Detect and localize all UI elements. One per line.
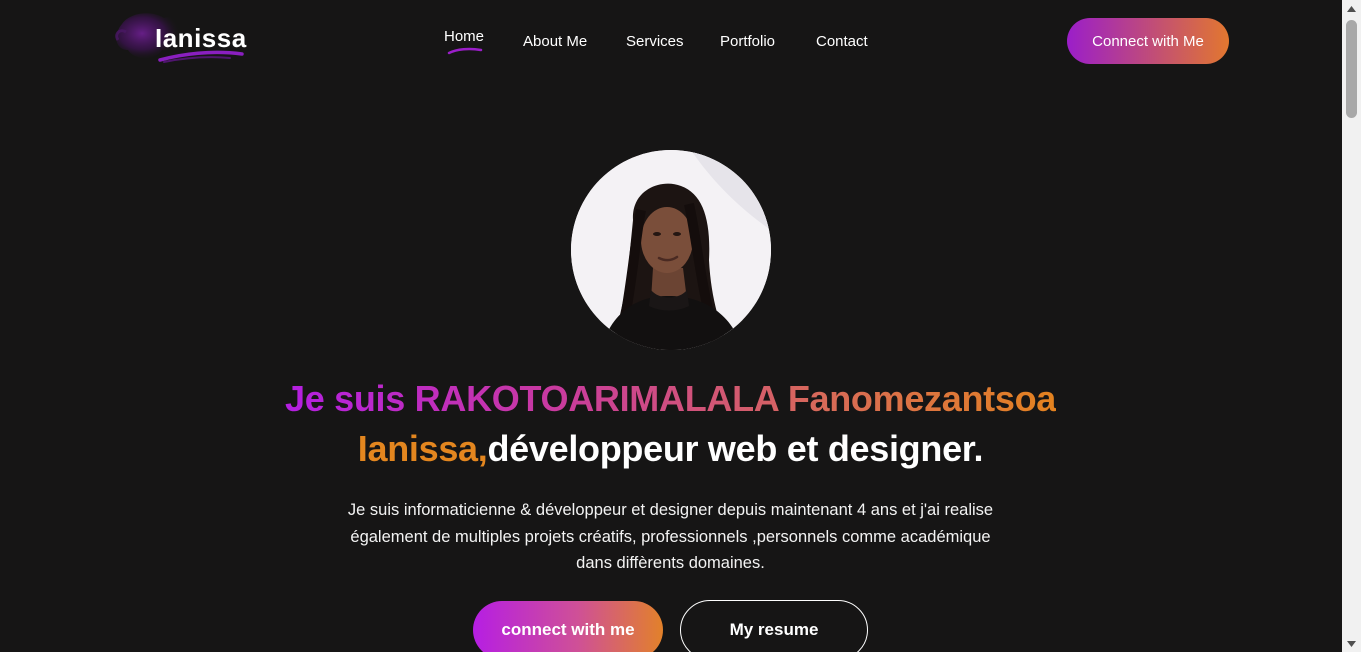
logo-text: Ianissa [155, 23, 247, 53]
my-resume-button[interactable]: My resume [680, 600, 868, 652]
nav-portfolio[interactable]: Portfolio [720, 33, 775, 50]
hero-headline-name: Je suis RAKOTOARIMALALA Fanomezantsoa [284, 378, 1056, 419]
nav-active-underline [447, 47, 483, 55]
scroll-thumb[interactable] [1346, 20, 1357, 118]
nav-services[interactable]: Services [626, 33, 684, 50]
connect-with-me-header-button[interactable]: Connect with Me [1067, 18, 1229, 64]
nav-about-me[interactable]: About Me [523, 33, 587, 50]
connect-with-me-button[interactable]: connect with me [473, 601, 663, 652]
nav-contact[interactable]: Contact [816, 33, 868, 50]
page-scrollbar[interactable] [1342, 0, 1361, 652]
profile-avatar [571, 150, 771, 350]
hero-headline: Je suis RAKOTOARIMALALA Fanomezantsoa Ia… [0, 374, 1341, 474]
page: Ianissa Home About Me Services Portfolio… [0, 0, 1361, 652]
hero-description: Je suis informaticienne & développeur et… [347, 501, 994, 572]
scroll-down-arrow-icon[interactable] [1342, 635, 1361, 652]
profile-photo [571, 150, 771, 350]
hero-headline-firstname: Ianissa, [357, 428, 488, 469]
site-logo[interactable]: Ianissa [112, 10, 252, 68]
scroll-up-arrow-icon[interactable] [1342, 0, 1361, 17]
nav-home[interactable]: Home [444, 28, 484, 45]
hero-headline-role: développeur web et designer. [487, 428, 984, 469]
